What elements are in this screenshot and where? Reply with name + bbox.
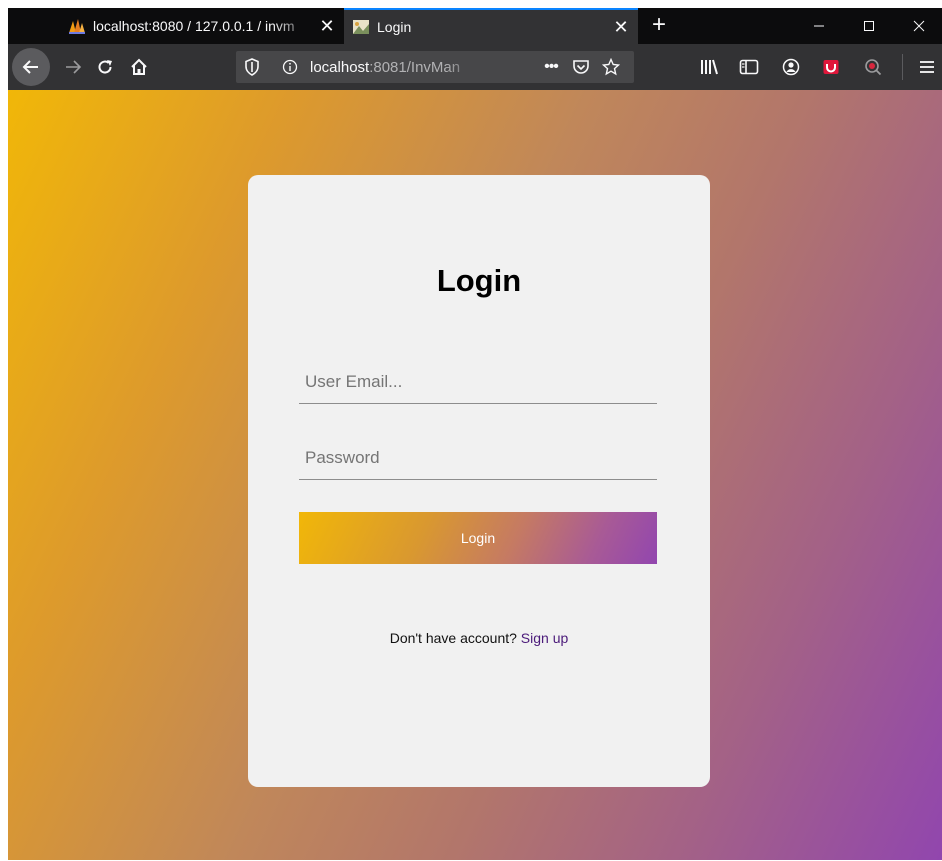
home-button[interactable] — [122, 50, 156, 84]
password-field[interactable] — [299, 436, 657, 480]
toolbar-separator — [902, 54, 903, 80]
navigation-toolbar: localhost:8081/InvMan ••• — [8, 44, 942, 90]
url-path: :8081/InvMan — [369, 58, 461, 76]
url-text[interactable]: localhost:8081/InvMan — [310, 59, 480, 76]
tab-title: localhost:8080 / 127.0.0.1 / invm — [93, 18, 295, 34]
email-field[interactable] — [299, 360, 657, 404]
reload-button[interactable] — [88, 50, 122, 84]
close-tab-icon[interactable]: ✕ — [316, 16, 338, 37]
login-card: Login Login Don't have account? Sign up — [248, 175, 710, 787]
minimize-icon — [814, 25, 824, 27]
tab-title: Login — [377, 19, 412, 35]
phpmyadmin-icon — [69, 19, 85, 34]
ublock-shield-icon[interactable] — [820, 56, 842, 78]
maximize-icon — [864, 21, 874, 31]
address-bar[interactable]: localhost:8081/InvMan ••• — [236, 51, 634, 83]
pocket-icon[interactable] — [572, 58, 594, 76]
close-tab-icon[interactable]: ✕ — [610, 17, 632, 38]
account-icon[interactable] — [780, 56, 802, 78]
page-background: Login Login Don't have account? Sign up — [8, 90, 942, 860]
login-title: Login — [436, 263, 522, 298]
bookmark-star-icon[interactable] — [602, 58, 624, 76]
forward-button[interactable] — [56, 50, 90, 84]
signup-prompt: Don't have account? Sign up — [248, 630, 710, 646]
maximize-button[interactable] — [846, 8, 892, 44]
window-close-button[interactable] — [896, 8, 942, 44]
arrow-right-icon — [66, 60, 82, 74]
login-button[interactable]: Login — [299, 512, 657, 564]
close-icon — [913, 20, 925, 32]
new-tab-button[interactable]: + — [644, 10, 674, 42]
reload-icon — [98, 60, 112, 74]
home-icon — [131, 58, 147, 75]
hamburger-menu-icon[interactable] — [916, 56, 938, 78]
minimize-button[interactable] — [796, 8, 842, 44]
page-favicon-icon — [353, 20, 369, 34]
signup-prompt-text: Don't have account? — [389, 630, 517, 646]
window-border — [0, 8, 8, 861]
page-actions-menu-icon[interactable]: ••• — [538, 58, 564, 76]
back-button[interactable] — [12, 48, 50, 86]
site-info-icon[interactable] — [282, 59, 302, 75]
url-host: localhost — [310, 58, 370, 76]
tab-bar: localhost:8080 / 127.0.0.1 / invm ✕ Logi… — [8, 8, 942, 44]
tracking-protection-shield-icon[interactable] — [244, 58, 264, 76]
library-icon[interactable] — [698, 56, 720, 78]
arrow-left-icon — [22, 60, 38, 74]
tab-phpmyadmin[interactable]: localhost:8080 / 127.0.0.1 / invm ✕ — [60, 8, 344, 44]
signup-link[interactable]: Sign up — [521, 630, 568, 646]
tab-login[interactable]: Login ✕ — [344, 8, 638, 44]
extension-search-icon[interactable] — [862, 56, 884, 78]
sidebar-toggle-icon[interactable] — [738, 56, 760, 78]
top-strip — [0, 0, 942, 8]
